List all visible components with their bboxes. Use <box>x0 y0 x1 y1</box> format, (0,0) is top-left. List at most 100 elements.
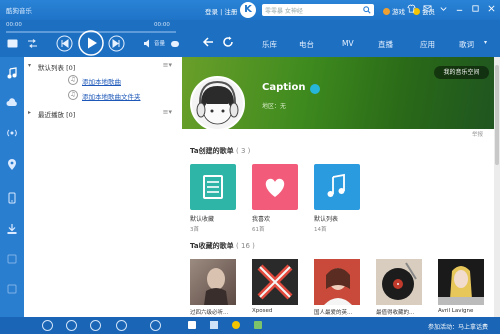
more-icon[interactable] <box>6 253 18 265</box>
music-player-window: 酷狗音乐 登录 | 注册 K 游戏 会员 00:00 00:00 <box>0 0 500 334</box>
report-link[interactable]: 举报 <box>472 130 483 138</box>
verified-badge-icon <box>310 84 320 94</box>
recent-list-header[interactable]: ▸ 最近播放 [0] ≡▾ <box>24 107 182 119</box>
minimize-icon[interactable] <box>455 4 464 13</box>
collected-playlist-card[interactable]: Xposed <box>252 259 298 314</box>
login-register-link[interactable]: 登录 | 注册 <box>205 6 237 16</box>
tab-radio[interactable]: 电台 <box>299 39 314 50</box>
star-icon[interactable] <box>232 321 240 329</box>
play-icon[interactable] <box>78 30 104 56</box>
playlist-title[interactable]: 过四六级必听... <box>190 308 236 316</box>
avatar[interactable] <box>190 76 245 131</box>
maximize-icon[interactable] <box>471 4 480 13</box>
play-mode-icon[interactable] <box>7 39 18 48</box>
total-time: 00:00 <box>154 22 170 28</box>
back-arrow-icon[interactable] <box>202 36 214 48</box>
grid-icon[interactable] <box>210 321 218 329</box>
match-icon[interactable] <box>116 320 127 331</box>
games-link[interactable]: 游戏 <box>383 6 405 16</box>
phone-status-icon[interactable] <box>188 321 196 329</box>
tab-apps[interactable]: 应用 <box>420 39 435 50</box>
refresh-icon[interactable] <box>222 36 234 48</box>
list-menu-icon[interactable]: ≡▾ <box>163 108 172 116</box>
search-box[interactable] <box>262 4 374 16</box>
promo-text[interactable]: 参加活动：马上拿话费 <box>428 322 488 331</box>
search-list-icon[interactable] <box>90 320 101 331</box>
tab-lyrics[interactable]: 歌词 <box>459 39 474 50</box>
music-note-small-icon: ♫ <box>68 90 78 100</box>
volume-label: 音量 <box>154 41 166 47</box>
app-title: 酷狗音乐 <box>6 7 32 15</box>
song-count: 14首 <box>314 227 327 233</box>
music-note-small-icon: ♫ <box>68 75 78 85</box>
add-icon[interactable] <box>42 320 53 331</box>
playlist-cover[interactable] <box>438 259 484 305</box>
scrollbar[interactable] <box>494 57 500 317</box>
list-menu-icon[interactable]: ≡▾ <box>163 61 172 69</box>
tool-icon[interactable] <box>254 321 262 329</box>
playlist-title[interactable]: 国人最爱的英... <box>314 308 360 316</box>
collected-playlist-card[interactable]: Avril Lavigne <box>438 259 484 314</box>
download-icon[interactable] <box>6 223 18 235</box>
playlist-card[interactable]: 默认收藏 3首 <box>190 164 236 233</box>
elapsed-time: 00:00 <box>6 22 22 28</box>
expand-caret-icon[interactable]: ▾ <box>28 62 31 69</box>
location-icon[interactable] <box>6 159 18 171</box>
next-icon[interactable] <box>108 35 125 52</box>
playlist-title[interactable]: Avril Lavigne <box>438 308 484 314</box>
message-icon[interactable] <box>423 4 432 13</box>
playlist-title[interactable]: 默认列表 <box>314 214 360 223</box>
radio-icon[interactable] <box>6 127 18 139</box>
playlist-title[interactable]: Xposed <box>252 308 298 314</box>
playlist-cover[interactable] <box>252 259 298 305</box>
settings-icon[interactable] <box>150 320 161 331</box>
default-list-label: 默认列表 [0] <box>38 64 76 72</box>
playlist-cover[interactable] <box>314 259 360 305</box>
collapse-caret-icon[interactable]: ▸ <box>28 109 31 116</box>
previous-icon[interactable] <box>56 35 73 52</box>
volume-control[interactable]: 音量 <box>143 39 179 50</box>
playlist-panel: ▾ 默认列表 [0] ≡▾ ♫ 添加本地歌曲 ♫ 添加本地歌曲文件夹 ▸ 最近播… <box>24 57 182 317</box>
phone-icon[interactable] <box>6 192 18 204</box>
collected-playlist-card[interactable]: 国人最爱的英... <box>314 259 360 316</box>
side-icon-bar <box>0 57 24 317</box>
skin-icon[interactable] <box>407 4 416 13</box>
menu-dropdown-icon[interactable] <box>439 4 448 13</box>
my-music-space-button[interactable]: 我的音乐空间 <box>434 66 489 79</box>
song-count: 3首 <box>190 227 199 233</box>
cloud-icon[interactable] <box>6 97 18 109</box>
main-nav: 乐库 电台 MV 直播 应用 歌词 ▾ <box>182 30 500 57</box>
volume-icon[interactable] <box>143 39 152 48</box>
tab-library[interactable]: 乐库 <box>262 39 277 50</box>
left-panel: ▾ 默认列表 [0] ≡▾ ♫ 添加本地歌曲 ♫ 添加本地歌曲文件夹 ▸ 最近播… <box>0 57 182 317</box>
music-note-icon[interactable] <box>6 67 18 79</box>
playlist-cover[interactable] <box>252 164 298 210</box>
tab-mv[interactable]: MV <box>342 39 354 48</box>
playlist-card[interactable]: 默认列表 14首 <box>314 164 360 233</box>
playlist-title[interactable]: 我喜欢 <box>252 214 298 223</box>
playlist-cover[interactable] <box>190 164 236 210</box>
collected-playlist-card[interactable]: 最值得收藏的... <box>376 259 422 316</box>
close-icon[interactable] <box>487 4 496 13</box>
tab-live[interactable]: 直播 <box>378 39 393 50</box>
kugou-logo-icon[interactable]: K <box>240 2 256 18</box>
playlist-cover[interactable] <box>376 259 422 305</box>
playlist-title[interactable]: 最值得收藏的... <box>376 308 422 316</box>
playlist-title[interactable]: 默认收藏 <box>190 214 236 223</box>
locate-icon[interactable] <box>66 320 77 331</box>
search-input[interactable] <box>265 4 359 16</box>
shuffle-icon[interactable] <box>27 39 38 48</box>
playlist-cover[interactable] <box>314 164 360 210</box>
settings-icon[interactable] <box>6 283 18 295</box>
search-icon[interactable] <box>363 6 371 14</box>
collected-playlist-card[interactable]: 过四六级必听... <box>190 259 236 316</box>
games-icon <box>383 8 390 15</box>
collected-playlists-title: Ta收藏的歌单 ( 16 ) <box>190 242 255 250</box>
volume-slider[interactable] <box>171 41 179 47</box>
playlist-card[interactable]: 我喜欢 61首 <box>252 164 298 233</box>
lyrics-dropdown-icon[interactable]: ▾ <box>484 39 487 46</box>
scrollbar-thumb[interactable] <box>495 65 499 165</box>
playlist-cover[interactable] <box>190 259 236 305</box>
default-list-header[interactable]: ▾ 默认列表 [0] ≡▾ <box>24 60 182 72</box>
username: Caption <box>262 82 306 93</box>
